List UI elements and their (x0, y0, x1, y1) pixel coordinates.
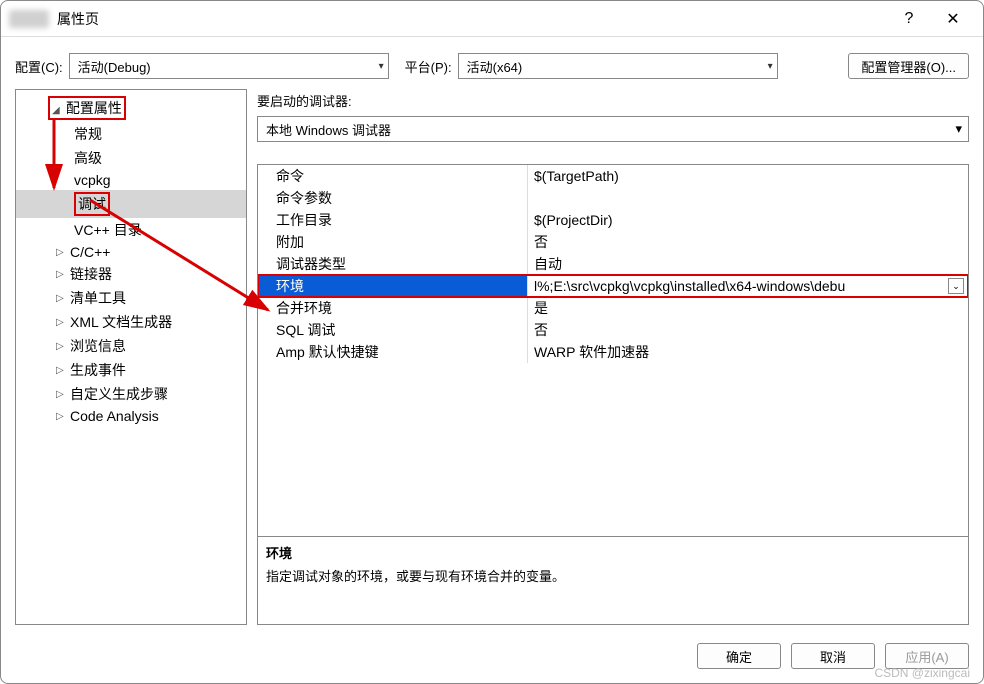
property-value[interactable]: $(TargetPath) (528, 165, 968, 187)
window-title: 属性页 (57, 9, 99, 29)
expand-icon: ▷ (56, 247, 66, 258)
property-row[interactable]: 命令$(TargetPath) (258, 165, 968, 187)
config-value: 活动(Debug) (78, 57, 151, 76)
project-name-blurred (9, 10, 49, 28)
tree-item[interactable]: VC++ 目录 (16, 218, 246, 242)
tree-item[interactable]: 高级 (16, 146, 246, 170)
property-value[interactable] (528, 187, 968, 209)
cancel-button[interactable]: 取消 (791, 643, 875, 669)
collapse-icon: ◢ (52, 105, 62, 116)
debugger-launcher-combo[interactable]: 本地 Windows 调试器 ▾ (257, 116, 969, 142)
property-row[interactable]: 附加否 (258, 231, 968, 253)
property-value[interactable]: 是 (528, 297, 968, 319)
property-name: 合并环境 (258, 297, 528, 319)
tree-item[interactable]: ▷ Code Analysis (16, 406, 246, 426)
property-value[interactable]: 否 (528, 319, 968, 341)
platform-label: 平台(P): (405, 57, 452, 76)
description-panel: 环境 指定调试对象的环境，或要与现有环境合并的变量。 (258, 536, 968, 624)
expand-icon: ▷ (56, 317, 66, 328)
property-name: Amp 默认快捷键 (258, 341, 528, 363)
property-row[interactable]: 合并环境是 (258, 297, 968, 319)
property-name: 工作目录 (258, 209, 528, 231)
expand-icon: ▷ (56, 341, 66, 352)
property-row[interactable]: 环境l%;E:\src\vcpkg\vcpkg\installed\x64-wi… (258, 275, 968, 297)
property-row[interactable]: 工作目录$(ProjectDir) (258, 209, 968, 231)
chevron-down-icon: ▾ (768, 61, 773, 72)
property-name: 命令参数 (258, 187, 528, 209)
property-page-dialog: 属性页 ? ✕ 配置(C): 活动(Debug) ▾ 平台(P): 活动(x64… (0, 0, 984, 684)
config-toolbar: 配置(C): 活动(Debug) ▾ 平台(P): 活动(x64) ▾ 配置管理… (1, 37, 983, 89)
close-button[interactable]: ✕ (931, 5, 975, 33)
config-combo[interactable]: 活动(Debug) ▾ (69, 53, 389, 79)
property-row[interactable]: SQL 调试否 (258, 319, 968, 341)
tree-item[interactable]: ▷ 浏览信息 (16, 334, 246, 358)
dialog-buttons: 确定 取消 应用(A) (1, 633, 983, 683)
property-row[interactable]: 调试器类型自动 (258, 253, 968, 275)
ok-button[interactable]: 确定 (697, 643, 781, 669)
tree-item[interactable]: 调试 (16, 190, 246, 218)
property-name: 命令 (258, 165, 528, 187)
property-panel: 要启动的调试器: 本地 Windows 调试器 ▾ 命令$(TargetPath… (257, 89, 969, 625)
category-tree[interactable]: ◢ 配置属性 常规高级vcpkg调试VC++ 目录▷ C/C++▷ 链接器▷ 清… (15, 89, 247, 625)
tree-item[interactable]: ▷ XML 文档生成器 (16, 310, 246, 334)
property-value[interactable]: l%;E:\src\vcpkg\vcpkg\installed\x64-wind… (528, 275, 968, 297)
property-name: 环境 (258, 275, 528, 297)
dropdown-icon[interactable]: ⌄ (948, 278, 964, 294)
property-row[interactable]: Amp 默认快捷键WARP 软件加速器 (258, 341, 968, 363)
expand-icon: ▷ (56, 269, 66, 280)
tree-item[interactable]: ▷ C/C++ (16, 242, 246, 262)
property-name: SQL 调试 (258, 319, 528, 341)
property-value[interactable]: $(ProjectDir) (528, 209, 968, 231)
tree-root[interactable]: ◢ 配置属性 (16, 94, 246, 122)
description-title: 环境 (266, 543, 960, 562)
config-manager-button[interactable]: 配置管理器(O)... (848, 53, 969, 79)
property-value[interactable]: 否 (528, 231, 968, 253)
tree-item[interactable]: ▷ 生成事件 (16, 358, 246, 382)
property-value[interactable]: 自动 (528, 253, 968, 275)
property-grid: 命令$(TargetPath)命令参数工作目录$(ProjectDir)附加否调… (257, 164, 969, 625)
help-button[interactable]: ? (887, 5, 931, 33)
property-rows: 命令$(TargetPath)命令参数工作目录$(ProjectDir)附加否调… (258, 165, 968, 536)
launcher-label: 要启动的调试器: (257, 89, 969, 116)
tree-item[interactable]: vcpkg (16, 170, 246, 190)
tree-item[interactable]: ▷ 自定义生成步骤 (16, 382, 246, 406)
expand-icon: ▷ (56, 389, 66, 400)
chevron-down-icon: ▾ (379, 61, 384, 72)
titlebar: 属性页 ? ✕ (1, 1, 983, 37)
launcher-value: 本地 Windows 调试器 (266, 120, 391, 139)
tree-item[interactable]: ▷ 链接器 (16, 262, 246, 286)
tree-item[interactable]: 常规 (16, 122, 246, 146)
property-name: 调试器类型 (258, 253, 528, 275)
expand-icon: ▷ (56, 411, 66, 422)
expand-icon: ▷ (56, 365, 66, 376)
platform-combo[interactable]: 活动(x64) ▾ (458, 53, 778, 79)
description-text: 指定调试对象的环境，或要与现有环境合并的变量。 (266, 566, 960, 585)
expand-icon: ▷ (56, 293, 66, 304)
config-label: 配置(C): (15, 57, 63, 76)
platform-value: 活动(x64) (467, 57, 523, 76)
apply-button[interactable]: 应用(A) (885, 643, 969, 669)
property-value[interactable]: WARP 软件加速器 (528, 341, 968, 363)
chevron-down-icon: ▾ (955, 121, 962, 137)
property-row[interactable]: 命令参数 (258, 187, 968, 209)
tree-root-label: 配置属性 (66, 100, 122, 116)
property-name: 附加 (258, 231, 528, 253)
tree-item[interactable]: ▷ 清单工具 (16, 286, 246, 310)
